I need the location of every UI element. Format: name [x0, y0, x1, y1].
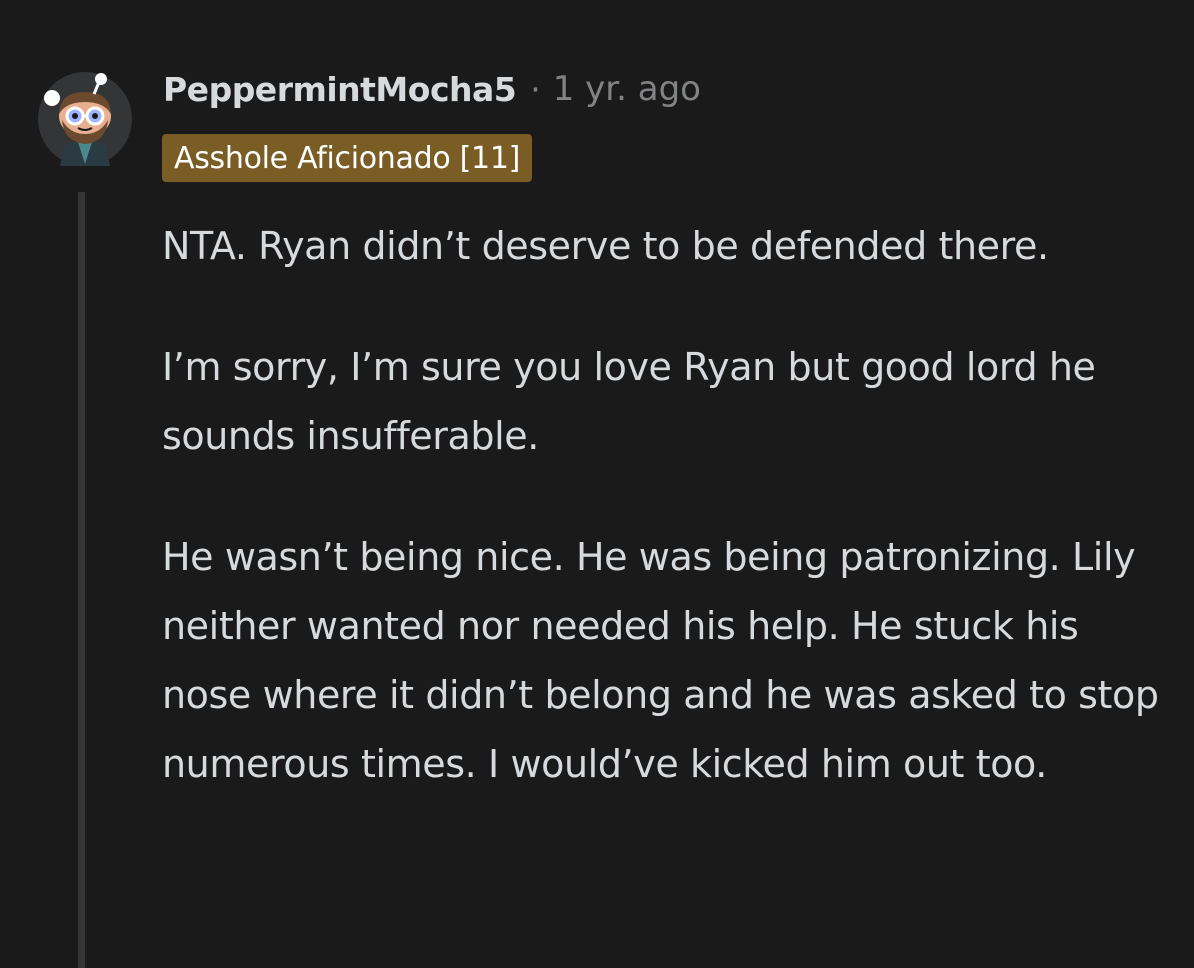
comment: PeppermintMocha5 · 1 yr. ago Asshole Afi… [0, 0, 1194, 968]
comment-paragraph: I’m sorry, I’m sure you love Ryan but go… [162, 345, 1096, 458]
comment-body: NTA. Ryan didn’t deserve to be defended … [162, 212, 1172, 799]
user-flair-text: Asshole Aficionado [11] [174, 140, 521, 176]
comment-paragraph: He wasn’t being nice. He was being patro… [162, 535, 1159, 786]
username-link[interactable]: PeppermintMocha5 [163, 70, 517, 109]
timestamp-link[interactable]: 1 yr. ago [553, 69, 701, 109]
user-avatar[interactable] [38, 72, 132, 166]
snoo-avatar-icon [38, 72, 132, 166]
meta-separator: · [530, 69, 541, 109]
comment-header: PeppermintMocha5 · 1 yr. ago [163, 64, 701, 114]
user-flair: Asshole Aficionado [11] [162, 134, 533, 182]
thread-collapse-line[interactable] [78, 192, 85, 968]
comment-paragraph: NTA. Ryan didn’t deserve to be defended … [162, 224, 1049, 268]
